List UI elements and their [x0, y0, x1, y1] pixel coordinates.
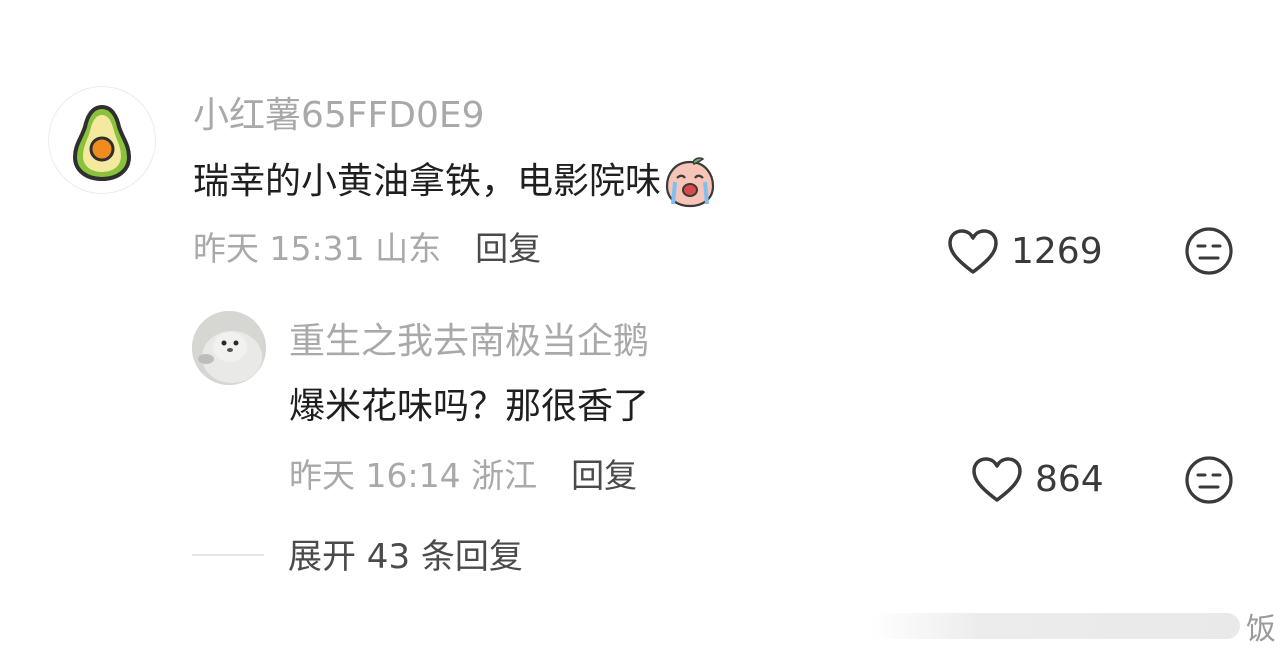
expand-divider	[192, 554, 264, 556]
comment-reply-button[interactable]: 回复	[475, 228, 541, 270]
reply-username[interactable]: 重生之我去南极当企鹅	[289, 320, 649, 364]
reply-text-row: 爆米花味吗？那很香了	[289, 384, 649, 430]
comment-username[interactable]: 小红薯65FFD0E9	[193, 94, 485, 138]
comment-dislike-button[interactable]	[1184, 226, 1234, 280]
comment-text: 瑞幸的小黄油拿铁，电影院味	[193, 161, 662, 202]
reply-meta: 昨天 16:14 浙江 回复	[289, 455, 637, 497]
comment-time-location: 昨天 15:31 山东	[193, 229, 442, 268]
watermark-bar	[870, 613, 1240, 639]
crying-peach-emoji	[665, 157, 715, 208]
reply-like-button[interactable]: 864	[971, 456, 1104, 504]
reply-dislike-button[interactable]	[1184, 455, 1234, 509]
heart-icon	[972, 457, 1022, 502]
user-avatar[interactable]	[48, 86, 156, 194]
reply-text: 爆米花味吗？那很香了	[289, 386, 650, 427]
comment-like-button[interactable]: 1269	[947, 228, 1103, 276]
watermark: 饭	[864, 602, 1284, 650]
avocado-icon	[72, 104, 132, 182]
comment-meta: 昨天 15:31 山东 回复	[193, 228, 541, 270]
reply-avatar[interactable]	[192, 311, 266, 385]
watermark-text: 饭	[1246, 612, 1276, 647]
neutral-face-icon	[1185, 456, 1233, 504]
comment-like-count: 1269	[1011, 231, 1103, 272]
comment-text-row: 瑞幸的小黄油拿铁，电影院味	[193, 156, 717, 208]
heart-icon	[948, 229, 998, 274]
neutral-face-icon	[1185, 227, 1233, 275]
reply-time-location: 昨天 16:14 浙江	[289, 456, 538, 495]
reply-reply-button[interactable]: 回复	[571, 455, 637, 497]
reply-like-count: 864	[1035, 459, 1104, 500]
seal-avatar	[192, 311, 266, 385]
expand-replies-button[interactable]: 展开 43 条回复	[288, 536, 523, 578]
